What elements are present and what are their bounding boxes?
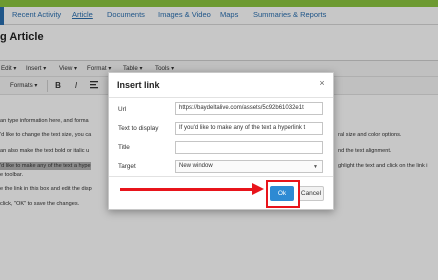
text-to-display-label: Text to display <box>118 125 159 132</box>
url-field[interactable]: https://baydeltalive.com/assets/5c92b610… <box>175 102 323 115</box>
target-select-value: New window <box>179 163 213 169</box>
annotation-arrow-head-icon <box>252 183 264 195</box>
title-label: Title <box>118 144 130 151</box>
cancel-button[interactable]: Cancel <box>298 186 324 201</box>
target-label: Target <box>118 163 136 170</box>
text-to-display-field[interactable]: If you'd like to make any of the text a … <box>175 122 323 135</box>
annotation-highlight-box <box>266 180 300 208</box>
chevron-down-icon: ▼ <box>313 164 318 170</box>
title-field[interactable] <box>175 141 323 154</box>
dialog-divider <box>109 97 333 98</box>
dialog-footer-divider <box>109 176 333 177</box>
target-select[interactable]: New window ▼ <box>175 160 323 173</box>
close-icon[interactable]: × <box>316 77 328 89</box>
url-label: Url <box>118 106 127 113</box>
dialog-title: Insert link <box>117 80 160 90</box>
annotation-arrow-shaft <box>120 188 254 191</box>
